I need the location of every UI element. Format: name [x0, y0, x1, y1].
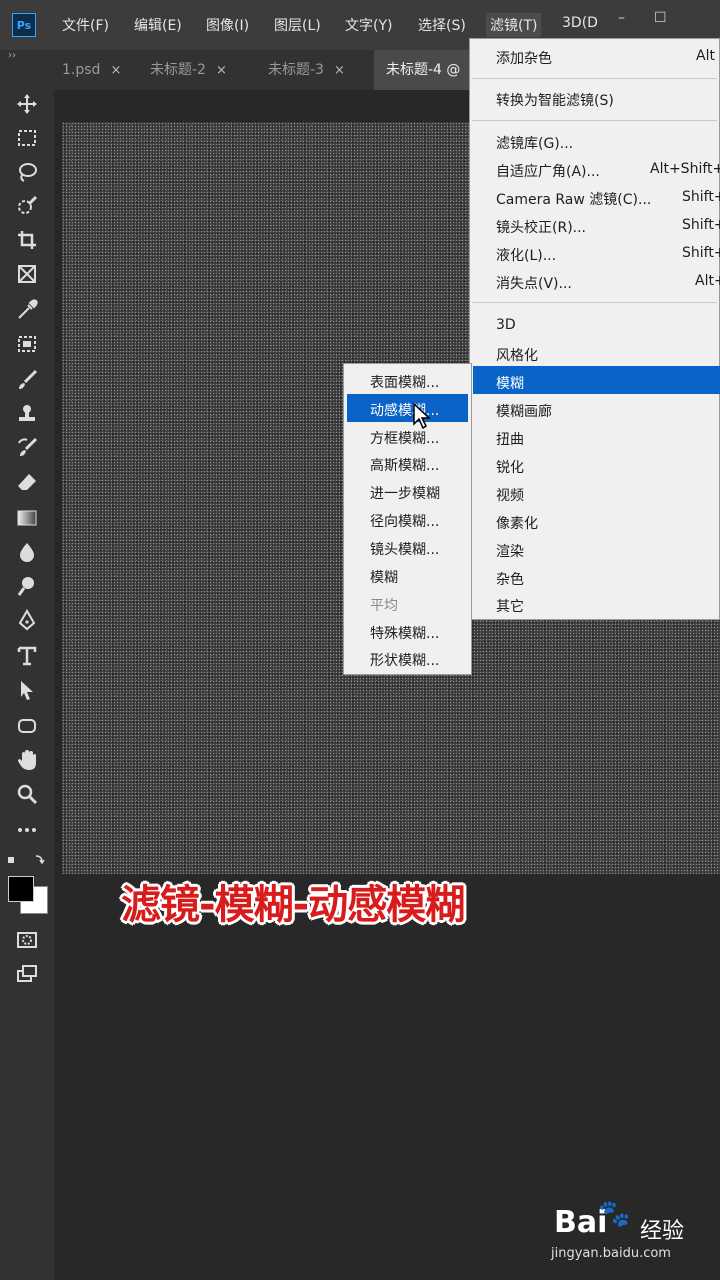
- shortcut-camera-raw: Shift+: [682, 189, 720, 205]
- frame-icon[interactable]: [13, 260, 41, 288]
- close-icon[interactable]: ×: [334, 63, 345, 78]
- tab-untitled-4[interactable]: 未标题-4 @: [374, 50, 470, 90]
- minimize-button[interactable]: –: [618, 10, 625, 26]
- eraser-icon[interactable]: [13, 468, 41, 496]
- tab-untitled-3[interactable]: 未标题-3 ×: [256, 50, 374, 90]
- eyedropper-icon[interactable]: [13, 296, 41, 324]
- menu-3d[interactable]: 3D(D: [562, 15, 598, 31]
- hand-icon[interactable]: [13, 746, 41, 774]
- lasso-icon[interactable]: [13, 158, 41, 186]
- shortcut-vanishing-point: Alt+: [695, 273, 720, 289]
- filter-menu-dropdown: 添加杂色 Alt 转换为智能滤镜(S) 滤镜库(G)... 自适应广角(A)..…: [469, 38, 720, 620]
- close-icon[interactable]: ×: [110, 63, 121, 78]
- menu-image[interactable]: 图像(I): [206, 15, 249, 35]
- menu-item-blur-gallery[interactable]: 模糊画廊: [496, 401, 552, 421]
- crop-icon[interactable]: [13, 226, 41, 254]
- shape-icon[interactable]: [13, 712, 41, 740]
- menu-item-3d[interactable]: 3D: [496, 317, 516, 333]
- menu-select[interactable]: 选择(S): [418, 15, 466, 35]
- menu-item-box-blur[interactable]: 方框模糊...: [370, 428, 439, 448]
- menu-item-blur[interactable]: 模糊: [370, 567, 398, 587]
- swap-colors-icon[interactable]: [6, 852, 46, 866]
- tab-label: 未标题-2: [150, 62, 206, 78]
- menu-item-camera-raw[interactable]: Camera Raw 滤镜(C)...: [496, 189, 651, 209]
- move-icon[interactable]: [13, 90, 41, 118]
- shortcut-lens-correction: Shift+: [682, 217, 720, 233]
- quick-select-icon[interactable]: [13, 192, 41, 220]
- history-brush-icon[interactable]: [13, 434, 41, 462]
- menu-item-lens-blur[interactable]: 镜头模糊...: [370, 539, 439, 559]
- watermark-url: jingyan.baidu.com: [551, 1246, 671, 1261]
- menu-separator: [472, 120, 717, 121]
- mouse-cursor-icon: [413, 402, 431, 430]
- zoom-icon[interactable]: [13, 780, 41, 808]
- healing-icon[interactable]: [13, 330, 41, 358]
- marquee-icon[interactable]: [13, 124, 41, 152]
- tab-untitled-2[interactable]: 未标题-2 ×: [138, 50, 256, 90]
- menu-item-adaptive-wide-angle[interactable]: 自适应广角(A)...: [496, 161, 600, 181]
- menu-item-other[interactable]: 其它: [496, 596, 524, 616]
- brush-icon[interactable]: [13, 366, 41, 394]
- menu-item-add-noise[interactable]: 添加杂色: [496, 48, 552, 68]
- path-select-icon[interactable]: [13, 676, 41, 704]
- menu-file[interactable]: 文件(F): [62, 15, 109, 35]
- close-icon[interactable]: ×: [216, 63, 227, 78]
- tab-label: 未标题-3: [268, 62, 324, 78]
- menu-item-radial-blur[interactable]: 径向模糊...: [370, 511, 439, 531]
- menu-item-stylize[interactable]: 风格化: [496, 345, 538, 365]
- tutorial-caption: 滤镜-模糊-动感模糊: [121, 882, 465, 928]
- shortcut-adaptive-wide-angle: Alt+Shift+: [650, 161, 720, 177]
- menu-item-sharpen[interactable]: 锐化: [496, 457, 524, 477]
- blur-submenu: 表面模糊... 动感模糊... 方框模糊... 高斯模糊... 进一步模糊 径向…: [343, 363, 472, 675]
- menu-item-render[interactable]: 渲染: [496, 541, 524, 561]
- menu-item-blur-more[interactable]: 进一步模糊: [370, 483, 440, 503]
- menu-edit[interactable]: 编辑(E): [134, 15, 182, 35]
- menu-item-lens-correction[interactable]: 镜头校正(R)...: [496, 217, 586, 237]
- dodge-icon[interactable]: [13, 572, 41, 600]
- menu-separator: [472, 78, 717, 79]
- menu-item-shape-blur[interactable]: 形状模糊...: [370, 650, 439, 670]
- menu-separator: [472, 302, 717, 303]
- blur-tool-icon[interactable]: [13, 538, 41, 566]
- menu-item-pixelate[interactable]: 像素化: [496, 513, 538, 533]
- menu-item-blur[interactable]: 模糊: [496, 373, 524, 393]
- type-icon[interactable]: [13, 642, 41, 670]
- menu-item-average: 平均: [370, 598, 398, 614]
- watermark-brand: 经验: [640, 1219, 685, 1244]
- more-icon[interactable]: [13, 816, 41, 844]
- tab-1-psd[interactable]: 1.psd ×: [50, 50, 138, 90]
- shortcut-liquify: Shift+: [682, 245, 720, 261]
- gradient-icon[interactable]: [13, 504, 41, 532]
- photoshop-logo: Ps: [12, 13, 36, 37]
- menu-item-vanishing-point[interactable]: 消失点(V)...: [496, 273, 572, 293]
- menu-item-distort[interactable]: 扭曲: [496, 429, 524, 449]
- menu-item-convert-smart-filter[interactable]: 转换为智能滤镜(S): [496, 90, 614, 110]
- quick-mask-icon[interactable]: [13, 926, 41, 954]
- panel-collapse-icon[interactable]: ››: [8, 50, 16, 61]
- screen-mode-icon[interactable]: [13, 960, 41, 988]
- menu-item-surface-blur[interactable]: 表面模糊...: [370, 372, 439, 392]
- menu-type[interactable]: 文字(Y): [345, 15, 392, 35]
- stamp-icon[interactable]: [13, 400, 41, 428]
- menu-item-filter-gallery[interactable]: 滤镜库(G)...: [496, 133, 573, 153]
- shortcut-add-noise: Alt: [696, 48, 715, 64]
- foreground-color-swatch[interactable]: [8, 876, 34, 902]
- tab-label: 1.psd: [62, 62, 101, 78]
- menu-layer[interactable]: 图层(L): [274, 15, 321, 35]
- paw-icon: 🐾: [598, 1199, 631, 1229]
- menu-item-liquify[interactable]: 液化(L)...: [496, 245, 556, 265]
- menu-item-noise[interactable]: 杂色: [496, 569, 524, 589]
- menu-item-smart-blur[interactable]: 特殊模糊...: [370, 623, 439, 643]
- tools-panel: [0, 90, 54, 1280]
- menu-item-gaussian-blur[interactable]: 高斯模糊...: [370, 455, 439, 475]
- tab-label: 未标题-4 @: [386, 62, 461, 78]
- pen-icon[interactable]: [13, 606, 41, 634]
- menu-filter[interactable]: 滤镜(T): [486, 13, 542, 37]
- maximize-button[interactable]: ☐: [654, 10, 667, 26]
- menu-item-video[interactable]: 视频: [496, 485, 524, 505]
